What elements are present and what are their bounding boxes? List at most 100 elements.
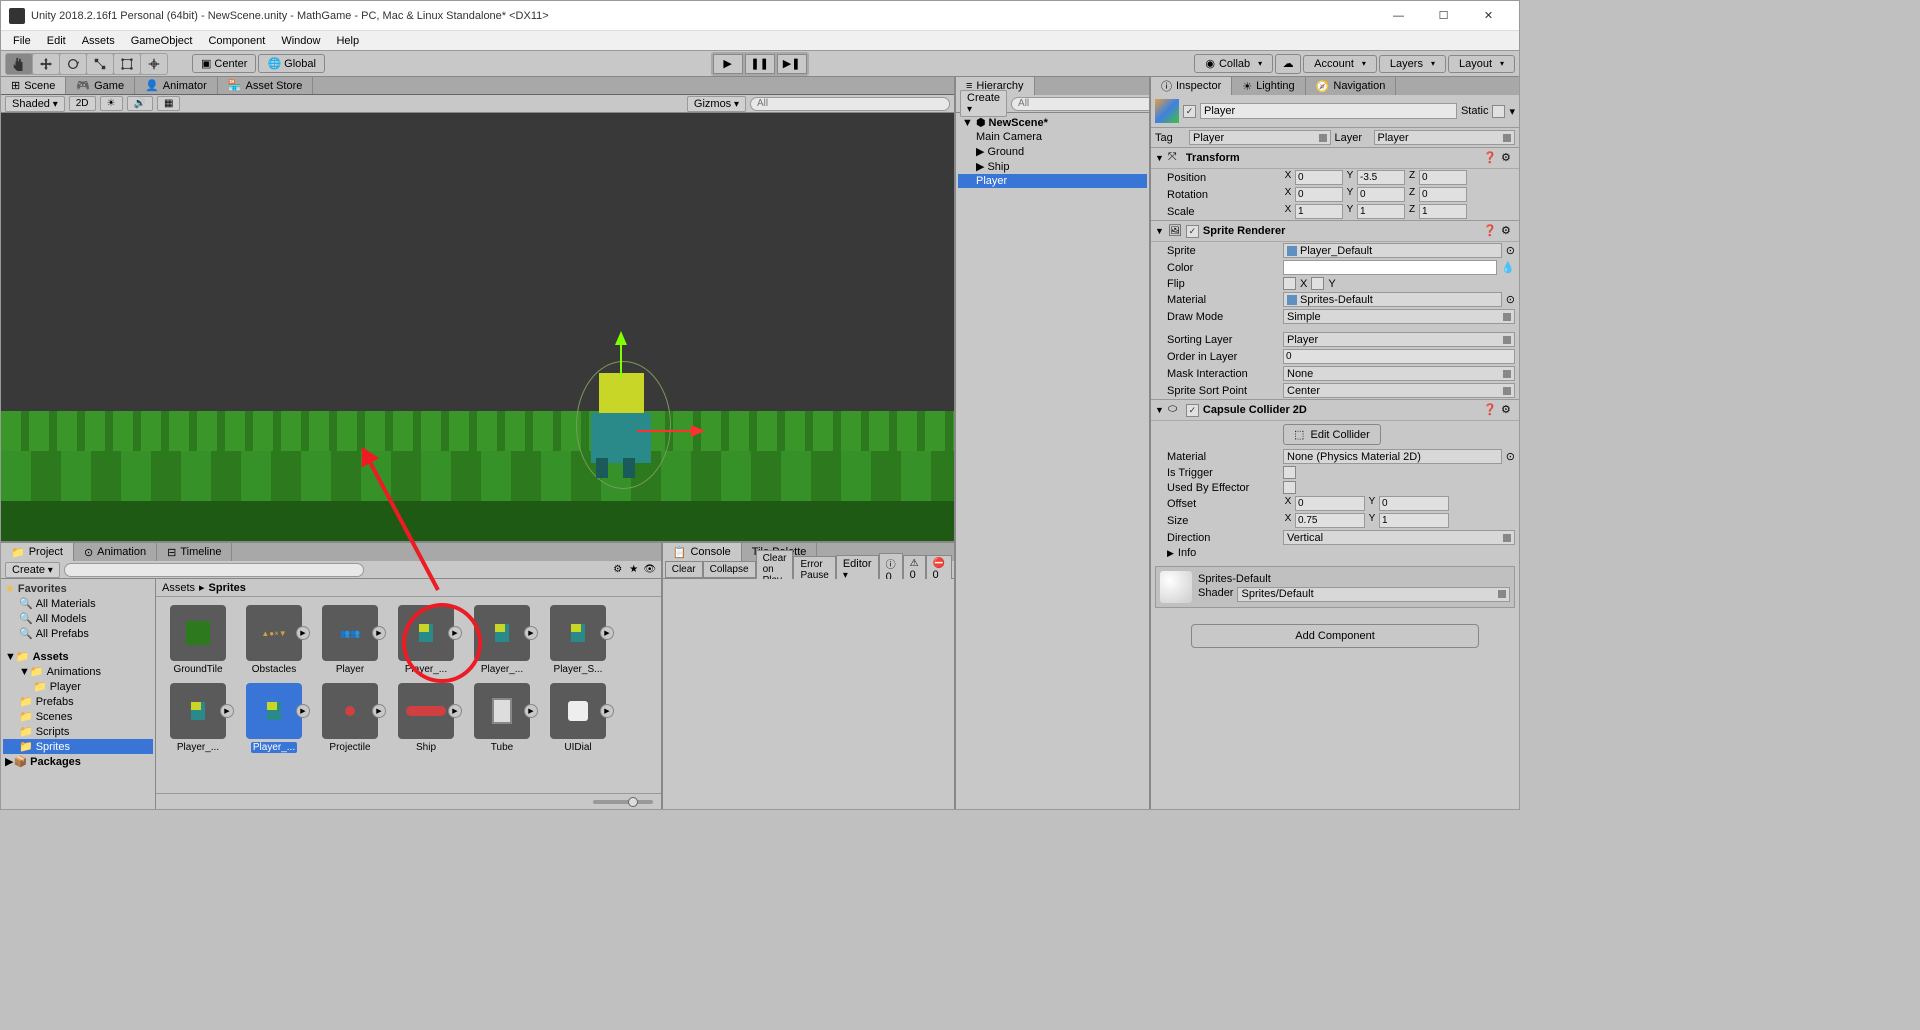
rotate-tool[interactable] [60, 54, 86, 74]
maximize-button[interactable]: ☐ [1421, 2, 1466, 30]
flip-x-checkbox[interactable] [1283, 277, 1296, 290]
scene-search-input[interactable] [750, 97, 950, 111]
asset-thumbnail[interactable]: ▶ [550, 605, 606, 661]
material-preview[interactable]: Sprites-Default ShaderSprites/Default [1155, 566, 1515, 608]
hier-main-camera[interactable]: Main Camera [958, 130, 1147, 144]
pause-button[interactable]: ❚❚ [745, 54, 775, 74]
lighting-toggle-icon[interactable]: ☀ [100, 96, 123, 111]
cloud-button[interactable]: ☁ [1275, 54, 1301, 74]
tab-navigation[interactable]: 🧭 Navigation [1306, 77, 1397, 95]
2d-toggle[interactable]: 2D [69, 96, 96, 111]
pivot-toggle[interactable]: ▣ Center [192, 54, 256, 73]
offset-x-input[interactable] [1295, 496, 1365, 511]
draw-mode-dropdown[interactable]: Simple [1283, 309, 1515, 324]
expand-icon[interactable]: ▶ [448, 704, 462, 718]
tab-lighting[interactable]: ☀ Lighting [1232, 77, 1305, 95]
rot-y-input[interactable] [1357, 187, 1405, 202]
sprite-renderer-enabled[interactable] [1186, 225, 1199, 238]
breadcrumb-sprites[interactable]: Sprites [209, 582, 246, 594]
static-dropdown-icon[interactable]: ▾ [1509, 105, 1515, 118]
asset-item[interactable]: ▶Player_... [240, 683, 308, 753]
fav-prefabs[interactable]: 🔍 All Prefabs [3, 626, 153, 641]
help-icon[interactable]: ❓ [1483, 403, 1497, 417]
expand-icon[interactable]: ▶ [600, 626, 614, 640]
project-create-dropdown[interactable]: Create ▾ [5, 562, 60, 578]
audio-toggle-icon[interactable]: 🔊 [127, 96, 153, 111]
help-icon[interactable]: ❓ [1483, 151, 1497, 165]
sort-point-dropdown[interactable]: Center [1283, 383, 1515, 398]
size-x-input[interactable] [1295, 513, 1365, 528]
object-picker-icon[interactable]: ⊙ [1506, 450, 1515, 463]
tag-dropdown[interactable]: Player [1189, 130, 1331, 145]
gizmo-x-arrow-icon[interactable] [691, 425, 705, 437]
tab-asset-store[interactable]: 🏪 Asset Store [218, 77, 314, 94]
asset-thumbnail[interactable] [170, 605, 226, 661]
asset-thumbnail[interactable]: ▲●×▼▶ [246, 605, 302, 661]
expand-icon[interactable]: ▶ [524, 704, 538, 718]
project-search-input[interactable] [64, 563, 364, 577]
eyedropper-icon[interactable]: 💧 [1501, 261, 1515, 274]
scale-x-input[interactable] [1295, 204, 1343, 219]
breadcrumb-assets[interactable]: Assets [162, 582, 195, 594]
asset-thumbnail[interactable]: ▶ [474, 683, 530, 739]
pos-z-input[interactable] [1419, 170, 1467, 185]
star-icon[interactable]: ★ [627, 563, 641, 577]
asset-thumbnail[interactable]: ▶ [550, 683, 606, 739]
minimize-button[interactable]: — [1376, 2, 1421, 30]
asset-item[interactable]: ▶Player_S... [544, 605, 612, 675]
expand-icon[interactable]: ▶ [372, 704, 386, 718]
static-checkbox[interactable] [1492, 105, 1505, 118]
asset-thumbnail[interactable]: ▶ [246, 683, 302, 739]
offset-y-input[interactable] [1379, 496, 1449, 511]
menu-file[interactable]: File [5, 33, 39, 49]
gizmos-dropdown[interactable]: Gizmos ▾ [687, 96, 746, 112]
rot-x-input[interactable] [1295, 187, 1343, 202]
flip-y-checkbox[interactable] [1311, 277, 1324, 290]
add-component-button[interactable]: Add Component [1191, 624, 1479, 648]
menu-component[interactable]: Component [200, 33, 273, 49]
menu-window[interactable]: Window [273, 33, 328, 49]
physics-material-field[interactable]: None (Physics Material 2D) [1283, 449, 1502, 464]
step-button[interactable]: ▶❚ [777, 54, 807, 74]
pos-x-input[interactable] [1295, 170, 1343, 185]
asset-item[interactable]: 👥👥▶Player [316, 605, 384, 675]
rect-tool[interactable] [114, 54, 140, 74]
size-y-input[interactable] [1379, 513, 1449, 528]
account-dropdown[interactable]: Account [1303, 55, 1377, 73]
folder-scenes[interactable]: 📁 Scenes [3, 709, 153, 724]
menu-edit[interactable]: Edit [39, 33, 74, 49]
scale-tool[interactable] [87, 54, 113, 74]
gear-icon[interactable]: ⚙ [1501, 224, 1515, 238]
asset-thumbnail[interactable]: ▶ [170, 683, 226, 739]
close-button[interactable]: ✕ [1466, 2, 1511, 30]
asset-item[interactable]: ▶Tube [468, 683, 536, 753]
folder-animations[interactable]: ▼📁 Animations [3, 664, 153, 679]
console-collapse[interactable]: Collapse [703, 561, 756, 578]
pos-y-input[interactable] [1357, 170, 1405, 185]
expand-icon[interactable]: ▶ [600, 704, 614, 718]
layer-dropdown[interactable]: Player [1374, 130, 1516, 145]
gizmo-y-arrow-icon[interactable] [615, 331, 627, 345]
favorites-header[interactable]: ★Favorites [3, 581, 153, 596]
shaded-dropdown[interactable]: Shaded ▾ [5, 96, 65, 112]
asset-item[interactable]: ▶Player_... [392, 605, 460, 675]
asset-item[interactable]: ▲●×▼▶Obstacles [240, 605, 308, 675]
gizmo-x-axis[interactable] [637, 430, 692, 432]
folder-scripts[interactable]: 📁 Scripts [3, 724, 153, 739]
transform-tool[interactable] [141, 54, 167, 74]
tab-game[interactable]: 🎮 Game [66, 77, 135, 94]
help-icon[interactable]: ❓ [1483, 224, 1497, 238]
hier-ship[interactable]: ▶ Ship [958, 159, 1147, 174]
tab-project[interactable]: 📁 Project [1, 543, 74, 561]
folder-anim-player[interactable]: 📁 Player [3, 679, 153, 694]
asset-item[interactable]: ▶UIDial [544, 683, 612, 753]
asset-item[interactable]: ▶Ship [392, 683, 460, 753]
console-clear[interactable]: Clear [665, 561, 703, 578]
asset-thumbnail[interactable]: ▶ [322, 683, 378, 739]
assets-folder[interactable]: ▼📁 Assets [3, 649, 153, 664]
menu-gameobject[interactable]: GameObject [123, 33, 201, 49]
folder-prefabs[interactable]: 📁 Prefabs [3, 694, 153, 709]
rotation-toggle[interactable]: 🌐 Global [258, 54, 325, 73]
edit-collider-button[interactable]: ⬚ Edit Collider [1283, 424, 1381, 445]
direction-dropdown[interactable]: Vertical [1283, 530, 1515, 545]
